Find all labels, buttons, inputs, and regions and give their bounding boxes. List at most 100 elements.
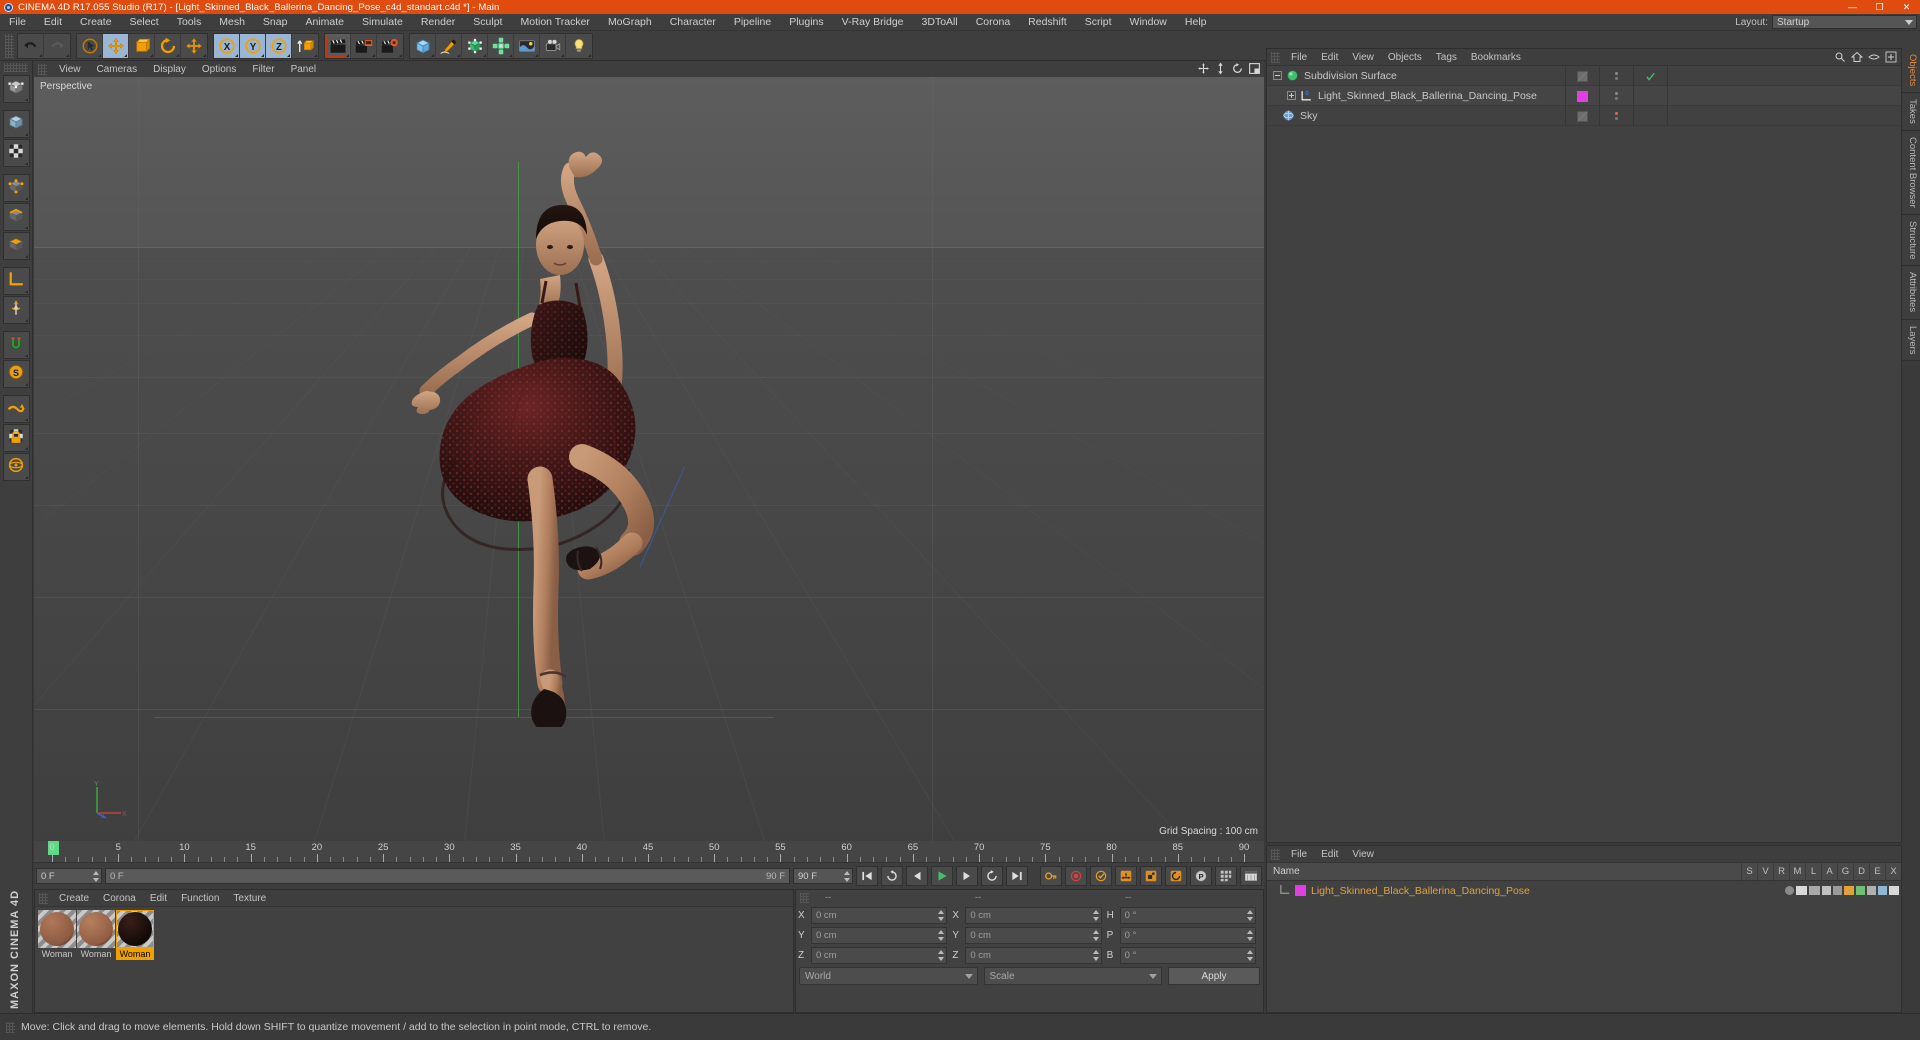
material-menu-function[interactable]: Function bbox=[174, 893, 226, 904]
expand-toggle-icon[interactable] bbox=[1287, 91, 1296, 100]
move-tool[interactable] bbox=[103, 33, 129, 58]
plus-icon[interactable] bbox=[1885, 51, 1897, 66]
workplane-mode-tool[interactable] bbox=[2, 453, 30, 481]
material-swatch[interactable] bbox=[1577, 70, 1588, 82]
visibility-dots-icon[interactable] bbox=[1613, 112, 1621, 120]
undo-button[interactable] bbox=[18, 33, 44, 58]
scale-tool[interactable] bbox=[129, 33, 155, 58]
lock-x-axis[interactable]: X bbox=[214, 33, 240, 58]
position-field[interactable]: 0 cm bbox=[811, 946, 948, 964]
size-field[interactable]: 0 cm bbox=[965, 926, 1102, 944]
column-header-v[interactable]: V bbox=[1757, 863, 1773, 881]
points-mode-tool[interactable] bbox=[2, 174, 30, 202]
tag-cell-enable[interactable] bbox=[1634, 106, 1668, 126]
right-tab-attributes[interactable]: Attributes bbox=[1902, 266, 1920, 320]
enable-axis-tool[interactable] bbox=[2, 296, 30, 324]
rotation-key-button[interactable] bbox=[1165, 866, 1187, 886]
bottom-panel-menu-edit[interactable]: Edit bbox=[1314, 849, 1345, 860]
right-tab-structure[interactable]: Structure bbox=[1902, 214, 1920, 267]
add-camera-button[interactable] bbox=[540, 33, 566, 58]
spinner-icon[interactable] bbox=[1246, 909, 1253, 921]
menu-item-render[interactable]: Render bbox=[412, 14, 464, 31]
viewport-menu-options[interactable]: Options bbox=[194, 64, 244, 75]
pan-icon[interactable] bbox=[1197, 62, 1210, 78]
lock-z-axis[interactable]: Z bbox=[266, 33, 292, 58]
menu-item-help[interactable]: Help bbox=[1176, 14, 1216, 31]
layout-dropdown[interactable]: Startup bbox=[1772, 15, 1917, 29]
dot-icon[interactable] bbox=[1785, 886, 1794, 895]
menu-item-character[interactable]: Character bbox=[661, 14, 725, 31]
object-manager-menu-edit[interactable]: Edit bbox=[1314, 52, 1345, 63]
material-preview[interactable] bbox=[77, 910, 115, 948]
go-to-start-button[interactable] bbox=[856, 866, 878, 886]
column-header-l[interactable]: L bbox=[1805, 863, 1821, 881]
timeline-toggle-button[interactable] bbox=[1240, 866, 1262, 886]
ballerina-3d-model[interactable] bbox=[364, 107, 724, 727]
spinner-icon[interactable] bbox=[1246, 929, 1253, 941]
object-row[interactable]: 0 Light_Skinned_Black_Ballerina_Dancing_P… bbox=[1267, 86, 1901, 106]
point-level-animation-button[interactable] bbox=[1215, 866, 1237, 886]
menu-item-corona[interactable]: Corona bbox=[967, 14, 1019, 31]
home-icon[interactable] bbox=[1850, 51, 1864, 66]
tag-cell-swatch[interactable] bbox=[1566, 66, 1600, 86]
column-header-x[interactable]: X bbox=[1885, 863, 1901, 881]
tag-cell-visibility[interactable] bbox=[1600, 86, 1634, 106]
size-field[interactable]: 0 cm bbox=[965, 946, 1102, 964]
dolly-icon[interactable] bbox=[1214, 62, 1227, 78]
render-to-picture-viewer-button[interactable] bbox=[351, 33, 377, 58]
bottom-panel-grip[interactable] bbox=[1271, 848, 1280, 860]
material-menu-edit[interactable]: Edit bbox=[143, 893, 174, 904]
step-forward-button[interactable] bbox=[956, 866, 978, 886]
object-manager-grip[interactable] bbox=[1271, 51, 1280, 63]
tag-cell-enable[interactable] bbox=[1634, 66, 1668, 86]
timeline-ruler[interactable]: 0 5 10 15 20 25 30 35 40 45 50 55 60 65 70 75 80 85 90 bbox=[34, 841, 1264, 863]
add-spline-pen-button[interactable] bbox=[436, 33, 462, 58]
menu-item-simulate[interactable]: Simulate bbox=[353, 14, 412, 31]
right-tab-layers[interactable]: Layers bbox=[1902, 319, 1920, 362]
close-button[interactable]: ✕ bbox=[1893, 0, 1920, 14]
column-header-r[interactable]: R bbox=[1773, 863, 1789, 881]
autokeying-button[interactable] bbox=[1065, 866, 1087, 886]
material-item[interactable]: Woman bbox=[116, 910, 154, 960]
viewport-menu-panel[interactable]: Panel bbox=[283, 64, 325, 75]
spinner-icon[interactable] bbox=[938, 949, 945, 961]
menu-item-redshift[interactable]: Redshift bbox=[1019, 14, 1076, 31]
material-menu-create[interactable]: Create bbox=[52, 893, 96, 904]
object-manager-menu-view[interactable]: View bbox=[1345, 52, 1381, 63]
status-bar-grip[interactable] bbox=[6, 1021, 15, 1033]
add-deformer-button[interactable] bbox=[488, 33, 514, 58]
menu-item-mesh[interactable]: Mesh bbox=[210, 14, 254, 31]
world-object-coordinates[interactable] bbox=[292, 34, 318, 58]
lock-workplane-tool[interactable] bbox=[2, 424, 30, 452]
render-view-button[interactable] bbox=[325, 33, 351, 58]
object-manager-menu-bookmarks[interactable]: Bookmarks bbox=[1464, 52, 1528, 63]
search-icon[interactable] bbox=[1834, 51, 1846, 66]
column-header-g[interactable]: G bbox=[1837, 863, 1853, 881]
object-row[interactable]: Sky bbox=[1267, 106, 1901, 126]
right-tab-content-browser[interactable]: Content Browser bbox=[1902, 131, 1920, 215]
expression-tag-icon[interactable] bbox=[1878, 886, 1887, 895]
rotation-field[interactable]: 0 ° bbox=[1119, 906, 1256, 924]
column-header-d[interactable]: D bbox=[1853, 863, 1869, 881]
bottom-panel-menu-file[interactable]: File bbox=[1284, 849, 1314, 860]
spinner-icon[interactable] bbox=[844, 871, 850, 882]
visibility-dots-icon[interactable] bbox=[1613, 92, 1621, 100]
bottom-panel-menu-view[interactable]: View bbox=[1345, 849, 1381, 860]
viewport-menu-view[interactable]: View bbox=[51, 64, 89, 75]
orbit-icon[interactable] bbox=[1231, 62, 1244, 78]
tag-cell-swatch[interactable] bbox=[1566, 86, 1600, 106]
spinner-icon[interactable] bbox=[1092, 949, 1099, 961]
coordinate-system-dropdown[interactable]: World bbox=[799, 967, 978, 985]
generator-tag-icon[interactable] bbox=[1856, 886, 1865, 895]
render-tag-icon[interactable] bbox=[1809, 886, 1820, 895]
add-primitive-cube-button[interactable] bbox=[410, 33, 436, 58]
play-backwards-button[interactable] bbox=[881, 866, 903, 886]
rotate-tool[interactable] bbox=[155, 33, 181, 58]
menu-item-script[interactable]: Script bbox=[1076, 14, 1121, 31]
viewport-menu-grip[interactable] bbox=[38, 63, 47, 75]
menu-item-file[interactable]: File bbox=[0, 14, 35, 31]
redo-button[interactable] bbox=[44, 34, 70, 58]
material-item[interactable]: Woman bbox=[38, 910, 76, 960]
menu-item-plugins[interactable]: Plugins bbox=[780, 14, 832, 31]
viewport-solo-tool[interactable]: S bbox=[2, 360, 30, 388]
